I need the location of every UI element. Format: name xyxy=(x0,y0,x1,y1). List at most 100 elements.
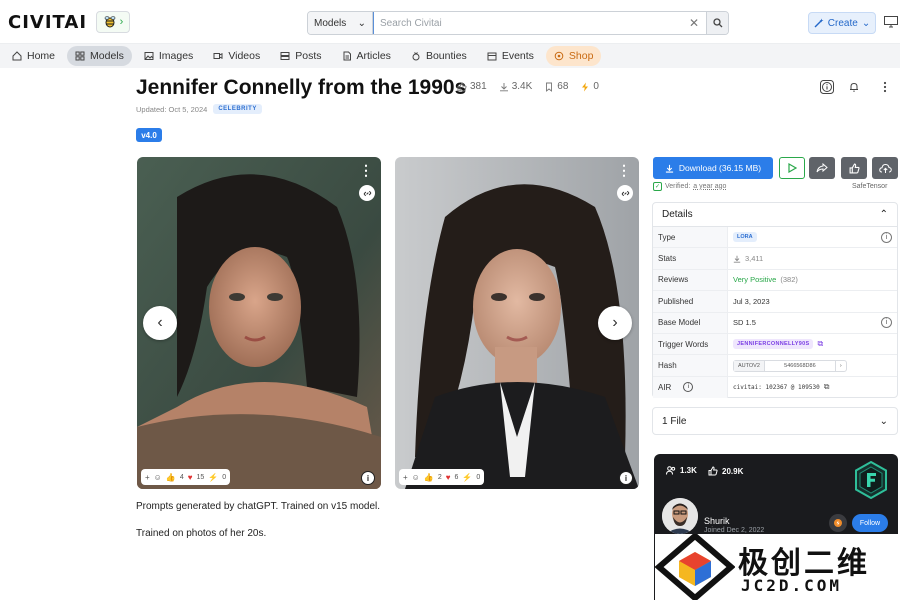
tab-shop-label: Shop xyxy=(568,50,594,62)
logo-text-civit: CIVIT xyxy=(8,12,65,33)
home-icon xyxy=(12,51,22,61)
tab-home[interactable]: Home xyxy=(4,46,63,66)
detail-row-air: AIR i civitai: 102367 @ 109530 ⧉ xyxy=(653,376,897,399)
share-button[interactable] xyxy=(809,157,835,179)
detail-label: Reviews xyxy=(653,269,728,291)
image-info-icon[interactable]: i xyxy=(619,471,633,485)
hash-field[interactable]: AUTOV2 5466568D86 › xyxy=(733,359,847,372)
grid-icon xyxy=(75,51,85,61)
reviews-count: (382) xyxy=(780,275,798,285)
version-badge[interactable]: v4.0 xyxy=(136,128,162,142)
info-icon[interactable] xyxy=(819,79,835,95)
description-line: Trained on photos of her 20s. xyxy=(136,528,267,539)
detail-row-trigger: Trigger Words JENNIFERCONNELLY90S ⧉ xyxy=(653,333,897,356)
files-accordion[interactable]: 1 File ⌄ xyxy=(652,407,898,435)
download-icon xyxy=(499,82,508,91)
bell-icon[interactable] xyxy=(846,79,862,95)
details-panel: Details ⌃ Type LORA i Stats 3,411 Review… xyxy=(652,202,898,399)
detail-label: Trigger Words xyxy=(653,333,728,355)
category-badge[interactable]: CELEBRITY xyxy=(213,104,262,114)
follow-button[interactable]: Follow xyxy=(852,514,888,532)
info-icon[interactable]: i xyxy=(881,231,892,243)
chevron-right-icon[interactable]: › xyxy=(834,360,846,371)
create-button[interactable]: Create ⌄ xyxy=(808,12,876,34)
details-header[interactable]: Details ⌃ xyxy=(653,203,897,227)
carousel-next-button[interactable]: › xyxy=(598,306,632,340)
bee-badge[interactable]: › xyxy=(96,11,130,33)
card-menu-icon[interactable]: ⋮ xyxy=(359,163,373,177)
hash-value[interactable]: 5466568D86 xyxy=(765,361,835,371)
search-button[interactable] xyxy=(706,12,728,34)
coin-icon xyxy=(834,519,842,527)
download-button[interactable]: Download (36.15 MB) xyxy=(653,157,773,179)
create-label: Create xyxy=(827,17,858,29)
creator-likes-count: 20.9K xyxy=(722,466,744,476)
air-value[interactable]: civitai: 102367 @ 109530 xyxy=(733,384,820,391)
add-reaction-icon[interactable]: + xyxy=(403,473,408,482)
trigger-word-badge[interactable]: JENNIFERCONNELLY90S xyxy=(733,339,814,350)
search-bar: Models ⌄ ✕ xyxy=(307,11,729,35)
lightning-icon: ⚡ xyxy=(208,472,219,482)
search-scope-label: Models xyxy=(314,17,347,29)
hash-type[interactable]: AUTOV2 xyxy=(734,360,765,371)
download-icon xyxy=(665,164,673,173)
civitai-logo[interactable]: CIVITAI xyxy=(8,12,87,33)
tip-button[interactable] xyxy=(829,514,847,532)
buzz-count: 0 xyxy=(593,81,599,92)
posts-icon xyxy=(280,52,290,60)
monitor-icon[interactable] xyxy=(884,16,898,28)
card-menu-icon[interactable]: ⋮ xyxy=(617,163,631,177)
carousel-prev-button[interactable]: ‹ xyxy=(143,306,177,340)
thumbs-up-icon xyxy=(708,466,718,476)
logo-text-ai: AI xyxy=(64,12,88,33)
updated-row: Updated: Oct 5, 2024 CELEBRITY xyxy=(136,104,262,114)
buzz-count: 0 xyxy=(476,473,481,481)
check-icon: ✓ xyxy=(653,182,662,191)
tab-posts[interactable]: Posts xyxy=(272,46,329,66)
detail-row-reviews: Reviews Very Positive (382) xyxy=(653,269,897,292)
tab-videos[interactable]: Videos xyxy=(205,46,268,66)
more-icon[interactable] xyxy=(877,79,893,95)
cloud-upload-button[interactable] xyxy=(872,157,898,179)
chevron-right-icon: › xyxy=(119,16,124,28)
add-reaction-icon[interactable]: + xyxy=(145,473,150,482)
reaction-bar[interactable]: + ☺ 👍 4 ♥ 15 ⚡ 0 xyxy=(141,469,231,485)
tab-models[interactable]: Models xyxy=(67,46,132,66)
tab-images[interactable]: Images xyxy=(136,46,201,66)
tab-events[interactable]: Events xyxy=(479,46,542,66)
copy-icon[interactable]: ⧉ xyxy=(824,382,830,392)
info-icon[interactable]: i xyxy=(683,382,694,393)
copy-icon[interactable]: ⧉ xyxy=(817,339,823,349)
detail-label: Hash xyxy=(653,355,728,376)
tab-shop[interactable]: Shop xyxy=(545,46,602,66)
thumbs-up-icon xyxy=(457,82,467,91)
air-label: AIR xyxy=(658,382,672,392)
image-info-icon[interactable]: i xyxy=(361,471,375,485)
tab-events-label: Events xyxy=(501,50,534,62)
link-icon[interactable] xyxy=(359,185,375,201)
reaction-bar[interactable]: + ☺ 👍 2 ♥ 6 ⚡ 0 xyxy=(399,469,485,485)
search-scope-select[interactable]: Models ⌄ xyxy=(308,12,373,34)
reviews-value[interactable]: Very Positive xyxy=(733,275,776,284)
watermark-logo xyxy=(655,534,735,600)
search-input[interactable] xyxy=(373,12,682,34)
bookmarks-count: 68 xyxy=(557,81,569,92)
creator-joined: Joined Dec 2, 2022 xyxy=(704,527,765,534)
clear-icon[interactable]: ✕ xyxy=(682,12,706,34)
avatar[interactable] xyxy=(662,498,698,534)
tab-models-label: Models xyxy=(90,50,124,62)
bounty-icon xyxy=(412,52,420,61)
chevron-down-icon: ⌄ xyxy=(861,17,871,29)
thumbs-up-icon xyxy=(849,163,860,173)
detail-row-base-model: Base Model SD 1.5 i xyxy=(653,312,897,334)
tab-articles[interactable]: Articles xyxy=(334,46,399,66)
wand-icon xyxy=(814,18,824,28)
tab-bounties[interactable]: Bounties xyxy=(403,46,475,66)
description-line: Prompts generated by chatGPT. Trained on… xyxy=(136,501,381,512)
run-button[interactable] xyxy=(779,157,805,179)
like-button[interactable] xyxy=(841,157,867,179)
creator-name[interactable]: Shurik xyxy=(704,516,730,526)
detail-label: Base Model xyxy=(653,312,728,333)
link-icon[interactable] xyxy=(617,185,633,201)
shop-icon xyxy=(554,51,564,61)
